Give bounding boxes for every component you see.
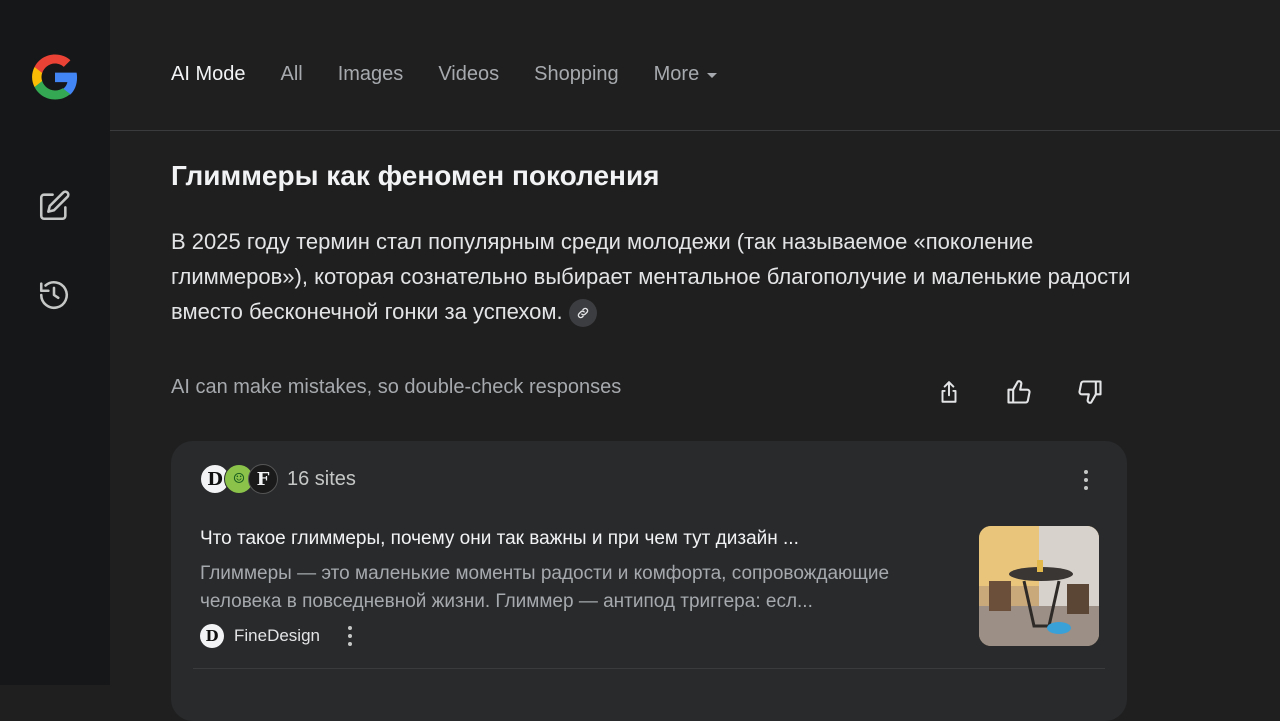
ai-disclaimer: AI can make mistakes, so double-check re… [171, 376, 622, 398]
thumbs-up-icon [1007, 380, 1031, 404]
answer-text: В 2025 году термин стал популярным среди… [171, 229, 1131, 324]
answer-heading: Глиммеры как феномен поколения [171, 160, 660, 191]
search-tabs: AI Mode All Images Videos Shopping More [171, 60, 752, 88]
source-more-button[interactable] [340, 624, 360, 648]
share-button[interactable] [929, 372, 969, 412]
source-name[interactable]: FineDesign [234, 626, 320, 646]
tab-label: AI Mode [171, 63, 246, 85]
tab-images[interactable]: Images [338, 60, 404, 88]
sites-count[interactable]: 16 sites [287, 468, 356, 491]
header-divider [110, 130, 1280, 131]
result-snippet: Глиммеры — это маленькие моменты радости… [200, 563, 890, 612]
tab-more[interactable]: More [654, 60, 718, 88]
tab-label: More [653, 63, 700, 85]
history-button[interactable] [34, 275, 74, 315]
citation-link-button[interactable] [568, 299, 597, 328]
history-icon [39, 281, 69, 310]
tab-label: Videos [438, 63, 500, 85]
more-vert-icon [348, 626, 352, 646]
tab-label: Images [337, 63, 404, 85]
tab-all[interactable]: All [280, 60, 302, 88]
answer-paragraph: В 2025 году термин стал популярным среди… [171, 224, 1131, 329]
result-source: D FineDesign [200, 624, 360, 648]
share-icon [941, 381, 957, 403]
main-area: AI Mode All Images Videos Shopping More … [110, 0, 1280, 721]
caret-down-icon [707, 72, 718, 78]
tab-label: Shopping [534, 63, 619, 85]
tab-ai-mode[interactable]: AI Mode [171, 60, 245, 88]
result-thumbnail[interactable] [979, 526, 1099, 646]
more-vert-icon [1084, 470, 1088, 490]
thumbs-down-button[interactable] [1070, 372, 1110, 412]
tab-shopping[interactable]: Shopping [534, 60, 619, 88]
thumbs-up-button[interactable] [999, 372, 1039, 412]
finedesign-favicon: D [200, 624, 224, 648]
source-favicons: D ☺ F [200, 464, 280, 496]
tab-videos[interactable]: Videos [438, 60, 499, 88]
new-chat-button[interactable] [34, 186, 74, 226]
tab-label: All [280, 63, 303, 85]
card-more-button[interactable] [1071, 465, 1101, 495]
thumbs-down-icon [1078, 380, 1102, 404]
edit-icon [39, 190, 70, 221]
result-title-link[interactable]: Что такое глиммеры, почему они так важны… [200, 528, 940, 550]
sources-card: D ☺ F 16 sites Что такое глиммеры, почем… [171, 441, 1127, 721]
card-divider [193, 668, 1105, 669]
google-logo-icon[interactable] [28, 50, 82, 104]
site-favicon: F [248, 464, 278, 494]
link-icon [577, 307, 588, 319]
left-rail [0, 0, 110, 685]
